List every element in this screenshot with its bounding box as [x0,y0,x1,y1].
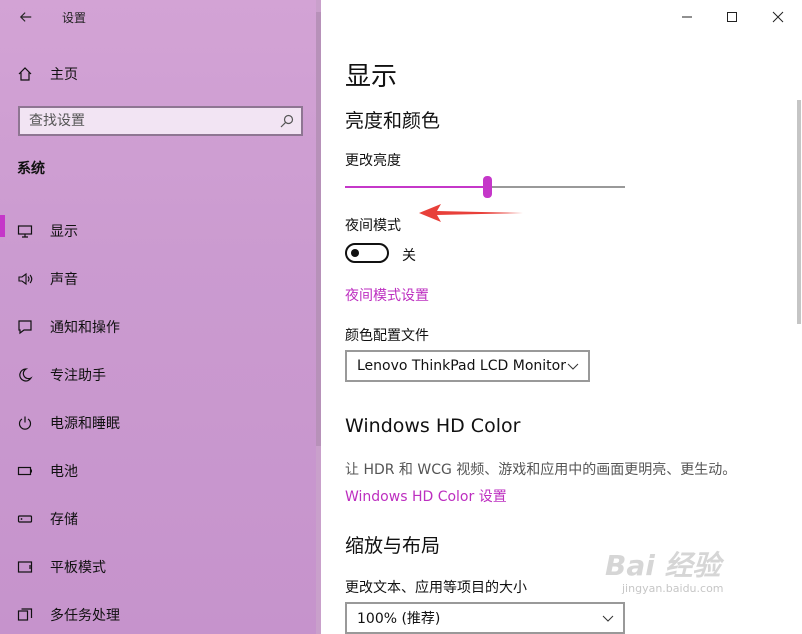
content-scrollbar[interactable] [797,100,801,324]
scale-value: 100% (推荐) [357,611,441,627]
sidebar-item-label: 显示 [50,224,78,240]
sidebar-item-label: 声音 [50,272,78,288]
home-icon [0,58,50,90]
scale-section-heading: 缩放与布局 [345,535,441,557]
brightness-section-heading: 亮度和颜色 [345,110,441,132]
night-light-toggle[interactable] [345,243,389,263]
moon-icon [0,357,50,393]
sidebar-nav: 显示 声音 通知和操作 专注助手 电源和睡眠 电池 存储 平板模式 多任务处理 [0,207,316,634]
back-arrow-icon [19,12,32,22]
sidebar-item-focus-assist[interactable]: 专注助手 [0,351,316,399]
sidebar-item-battery[interactable]: 电池 [0,447,316,495]
color-profile-value: Lenovo ThinkPad LCD Monitor [357,358,566,374]
slider-thumb[interactable] [483,176,492,198]
sidebar-item-sound[interactable]: 声音 [0,255,316,303]
sidebar-item-label: 平板模式 [50,560,106,576]
power-icon [0,405,50,441]
back-button[interactable] [12,6,40,28]
notification-icon [0,309,50,345]
scale-dropdown[interactable]: 100% (推荐) [345,602,625,634]
page-title: 显示 [345,62,398,92]
sidebar-item-storage[interactable]: 存储 [0,495,316,543]
night-light-state: 关 [402,248,416,264]
search-input[interactable] [29,113,269,129]
slider-fill [345,186,485,188]
sidebar-item-label: 主页 [50,67,78,83]
sidebar-item-power-sleep[interactable]: 电源和睡眠 [0,399,316,447]
sidebar-item-label: 专注助手 [50,368,106,384]
tablet-icon [0,549,50,585]
color-profile-dropdown[interactable]: Lenovo ThinkPad LCD Monitor [345,350,590,382]
brightness-slider[interactable] [345,176,625,198]
sidebar-item-label: 电池 [50,464,78,480]
sidebar-item-display[interactable]: 显示 [0,207,316,255]
night-light-label: 夜间模式 [345,218,401,234]
sidebar-item-label: 多任务处理 [50,608,120,624]
search-box[interactable] [18,106,303,136]
sidebar-item-notifications[interactable]: 通知和操作 [0,303,316,351]
sidebar-item-multitasking[interactable]: 多任务处理 [0,591,316,634]
annotation-arrow-icon [419,204,523,222]
watermark-url: jingyan.baidu.com [622,582,724,595]
app-title: 设置 [62,11,87,25]
section-label: 系统 [17,161,45,177]
hdr-section-heading: Windows HD Color [345,415,521,437]
night-light-settings-link[interactable]: 夜间模式设置 [345,285,429,305]
battery-icon [0,453,50,489]
sidebar-item-label: 通知和操作 [50,320,120,336]
search-icon[interactable] [279,113,295,129]
scale-label: 更改文本、应用等项目的大小 [345,580,527,596]
hdr-settings-link[interactable]: Windows HD Color 设置 [345,486,507,506]
color-profile-label: 颜色配置文件 [345,328,429,344]
chevron-down-icon [567,363,579,370]
sidebar-item-label: 存储 [50,512,78,528]
monitor-icon [0,213,50,249]
brightness-label: 更改亮度 [345,153,401,169]
speaker-icon [0,261,50,297]
sidebar-item-tablet-mode[interactable]: 平板模式 [0,543,316,591]
toggle-knob [351,249,359,257]
storage-icon [0,501,50,537]
multitask-icon [0,597,50,633]
sidebar-item-label: 电源和睡眠 [50,416,120,432]
hdr-description: 让 HDR 和 WCG 视频、游戏和应用中的画面更明亮、更生动。 [345,462,737,478]
sidebar: 设置 主页 系统 显示 声音 通知和操作 [0,0,321,634]
sidebar-item-home[interactable]: 主页 [0,58,316,90]
watermark-logo: Bai 经验 [605,549,721,582]
chevron-down-icon [602,615,614,622]
main-content: 显示 亮度和颜色 更改亮度 夜间模式 关 夜间模式设置 颜色配置文件 Lenov… [321,0,802,634]
